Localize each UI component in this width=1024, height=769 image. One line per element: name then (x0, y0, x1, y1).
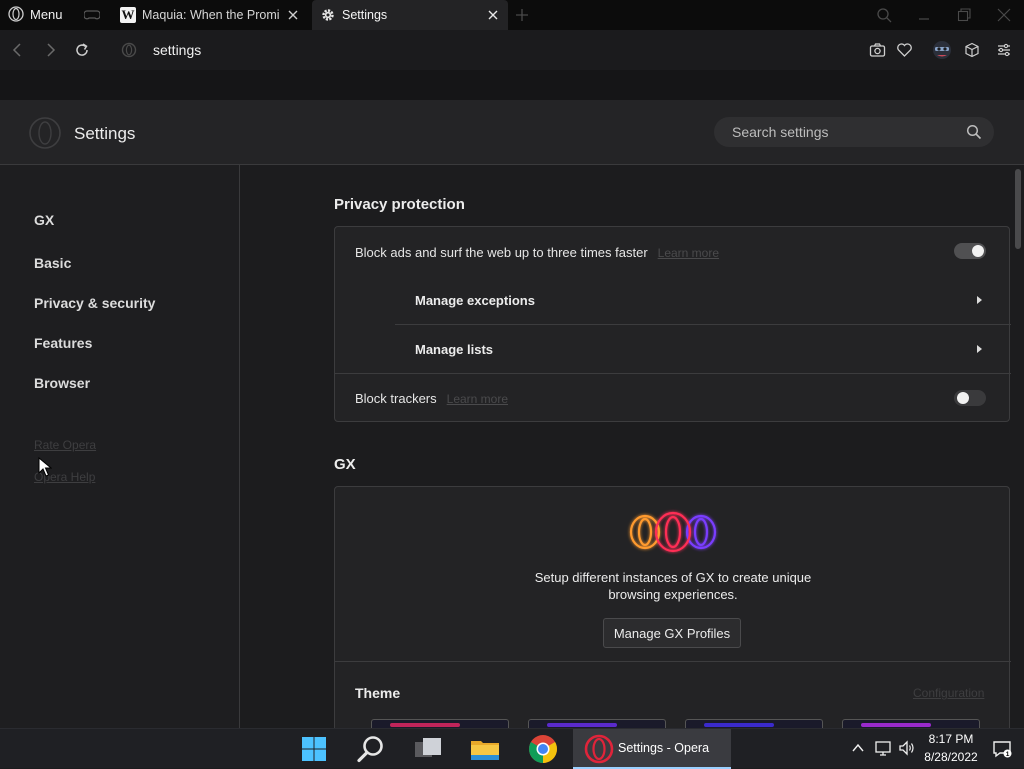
address-bar: settings (0, 30, 1024, 70)
forward-icon[interactable] (42, 42, 58, 58)
scrollbar-thumb[interactable] (1015, 169, 1021, 249)
sidebar-item-gx[interactable]: GX (34, 212, 54, 228)
divider (395, 324, 1011, 325)
rate-opera-link[interactable]: Rate Opera (34, 438, 96, 452)
address-text[interactable]: settings (153, 42, 201, 58)
opera-logo-icon (8, 6, 24, 22)
easy-setup-icon[interactable] (996, 42, 1012, 58)
block-ads-label: Block ads and surf the web up to three t… (355, 245, 648, 260)
gx-profiles-text-line1: Setup different instances of GX to creat… (534, 570, 812, 585)
settings-sidebar: GX Basic Privacy & security Features Bro… (0, 165, 240, 728)
privacy-protection-title: Privacy protection (334, 196, 465, 213)
close-window-icon[interactable] (997, 7, 1011, 23)
tab-strip: Menu W Maquia: When the Promised Flower … (0, 0, 1024, 30)
notification-center-icon[interactable]: 1 (992, 739, 1012, 759)
chrome-icon[interactable] (527, 733, 559, 765)
theme-title: Theme (355, 685, 401, 701)
svg-text:1: 1 (1006, 751, 1010, 758)
gx-profiles-description: Setup different instances of GX to creat… (335, 569, 1011, 603)
bookmarks-spacer (0, 70, 1024, 100)
gx-profiles-rings-icon (629, 511, 717, 553)
toggle-knob (957, 392, 969, 404)
sidebar-item-features[interactable]: Features (34, 335, 92, 351)
network-icon[interactable] (874, 740, 892, 756)
divider (335, 373, 1011, 374)
gx-card: Setup different instances of GX to creat… (334, 486, 1011, 728)
back-icon[interactable] (10, 42, 26, 58)
opera-menu-button[interactable]: Menu (8, 6, 63, 22)
page-title: Settings (74, 124, 136, 143)
windows-taskbar: Settings - Opera 8:17 PM 8/28/2022 1 (0, 728, 1024, 769)
theme-thumbnail[interactable] (528, 719, 666, 728)
task-view-icon[interactable] (412, 733, 444, 765)
clock-time[interactable]: 8:17 PM (920, 732, 982, 746)
gx-profiles-text-line2: browsing experiences. (608, 587, 738, 602)
opera-site-icon (121, 42, 137, 58)
toggle-knob (972, 245, 984, 257)
minimize-icon[interactable] (918, 7, 930, 23)
tab-maquia[interactable]: W Maquia: When the Promised Flower Bloom… (112, 0, 308, 30)
tab-search-icon[interactable] (876, 7, 892, 23)
mouse-cursor-icon (38, 457, 52, 477)
search-icon[interactable] (966, 124, 982, 140)
volume-icon[interactable] (898, 740, 916, 756)
theme-configuration-link[interactable]: Configuration (913, 686, 984, 700)
theme-thumbnail[interactable] (685, 719, 823, 728)
block-trackers-row: Block trackers Learn more (355, 391, 508, 406)
tab-title: Settings (342, 8, 388, 22)
gear-icon (322, 9, 334, 21)
privacy-protection-card: Block ads and surf the web up to three t… (334, 226, 1011, 422)
heart-icon[interactable] (896, 42, 913, 58)
tab-settings[interactable]: Settings (312, 0, 508, 30)
menu-label: Menu (30, 6, 63, 22)
content-scrollbar[interactable] (1013, 165, 1024, 728)
block-trackers-label: Block trackers (355, 391, 437, 406)
snapshot-camera-icon[interactable] (869, 42, 886, 58)
gamepad-icon[interactable] (84, 8, 100, 22)
theme-thumbnail[interactable] (371, 719, 509, 728)
block-ads-row: Block ads and surf the web up to three t… (355, 245, 719, 260)
settings-content: Privacy protection Block ads and surf th… (240, 165, 1024, 728)
file-explorer-icon[interactable] (469, 733, 501, 765)
wikipedia-favicon-icon: W (120, 7, 136, 23)
new-tab-icon[interactable] (515, 8, 529, 22)
chevron-right-icon[interactable] (977, 345, 982, 353)
tab-title: Maquia: When the Promised Flower Blooms (142, 8, 280, 22)
gx-section-title: GX (334, 456, 356, 473)
windows-start-icon[interactable] (298, 733, 330, 765)
reload-icon[interactable] (74, 42, 90, 58)
chevron-right-icon[interactable] (977, 296, 982, 304)
block-ads-learn-more-link[interactable]: Learn more (658, 246, 719, 260)
close-tab-icon[interactable] (486, 8, 500, 22)
search-settings-field[interactable] (714, 117, 994, 147)
search-input[interactable] (732, 122, 952, 142)
extensions-cube-icon[interactable] (964, 42, 980, 58)
sidebar-item-browser[interactable]: Browser (34, 375, 90, 391)
restore-icon[interactable] (957, 7, 971, 23)
vpn-profile-icon[interactable] (932, 40, 952, 60)
manage-lists-link[interactable]: Manage lists (415, 342, 493, 357)
search-icon[interactable] (355, 733, 387, 765)
theme-thumbnail[interactable] (842, 719, 980, 728)
sidebar-item-privacy-security[interactable]: Privacy & security (34, 295, 155, 311)
manage-exceptions-link[interactable]: Manage exceptions (415, 293, 535, 308)
close-tab-icon[interactable] (286, 8, 300, 22)
block-trackers-toggle[interactable] (954, 390, 986, 406)
manage-gx-profiles-button[interactable]: Manage GX Profiles (603, 618, 741, 648)
divider (335, 661, 1011, 662)
opera-gx-logo-icon (29, 117, 61, 149)
block-ads-toggle[interactable] (954, 243, 986, 259)
chevron-up-icon[interactable] (851, 742, 865, 754)
opera-gx-app-icon (584, 734, 614, 764)
sidebar-item-basic[interactable]: Basic (34, 255, 71, 271)
settings-header: Settings (0, 100, 1024, 165)
clock-date[interactable]: 8/28/2022 (920, 750, 982, 764)
taskbar-opera-app[interactable]: Settings - Opera (573, 729, 731, 769)
block-trackers-learn-more-link[interactable]: Learn more (447, 392, 508, 406)
taskbar-app-label: Settings - Opera (618, 741, 710, 755)
